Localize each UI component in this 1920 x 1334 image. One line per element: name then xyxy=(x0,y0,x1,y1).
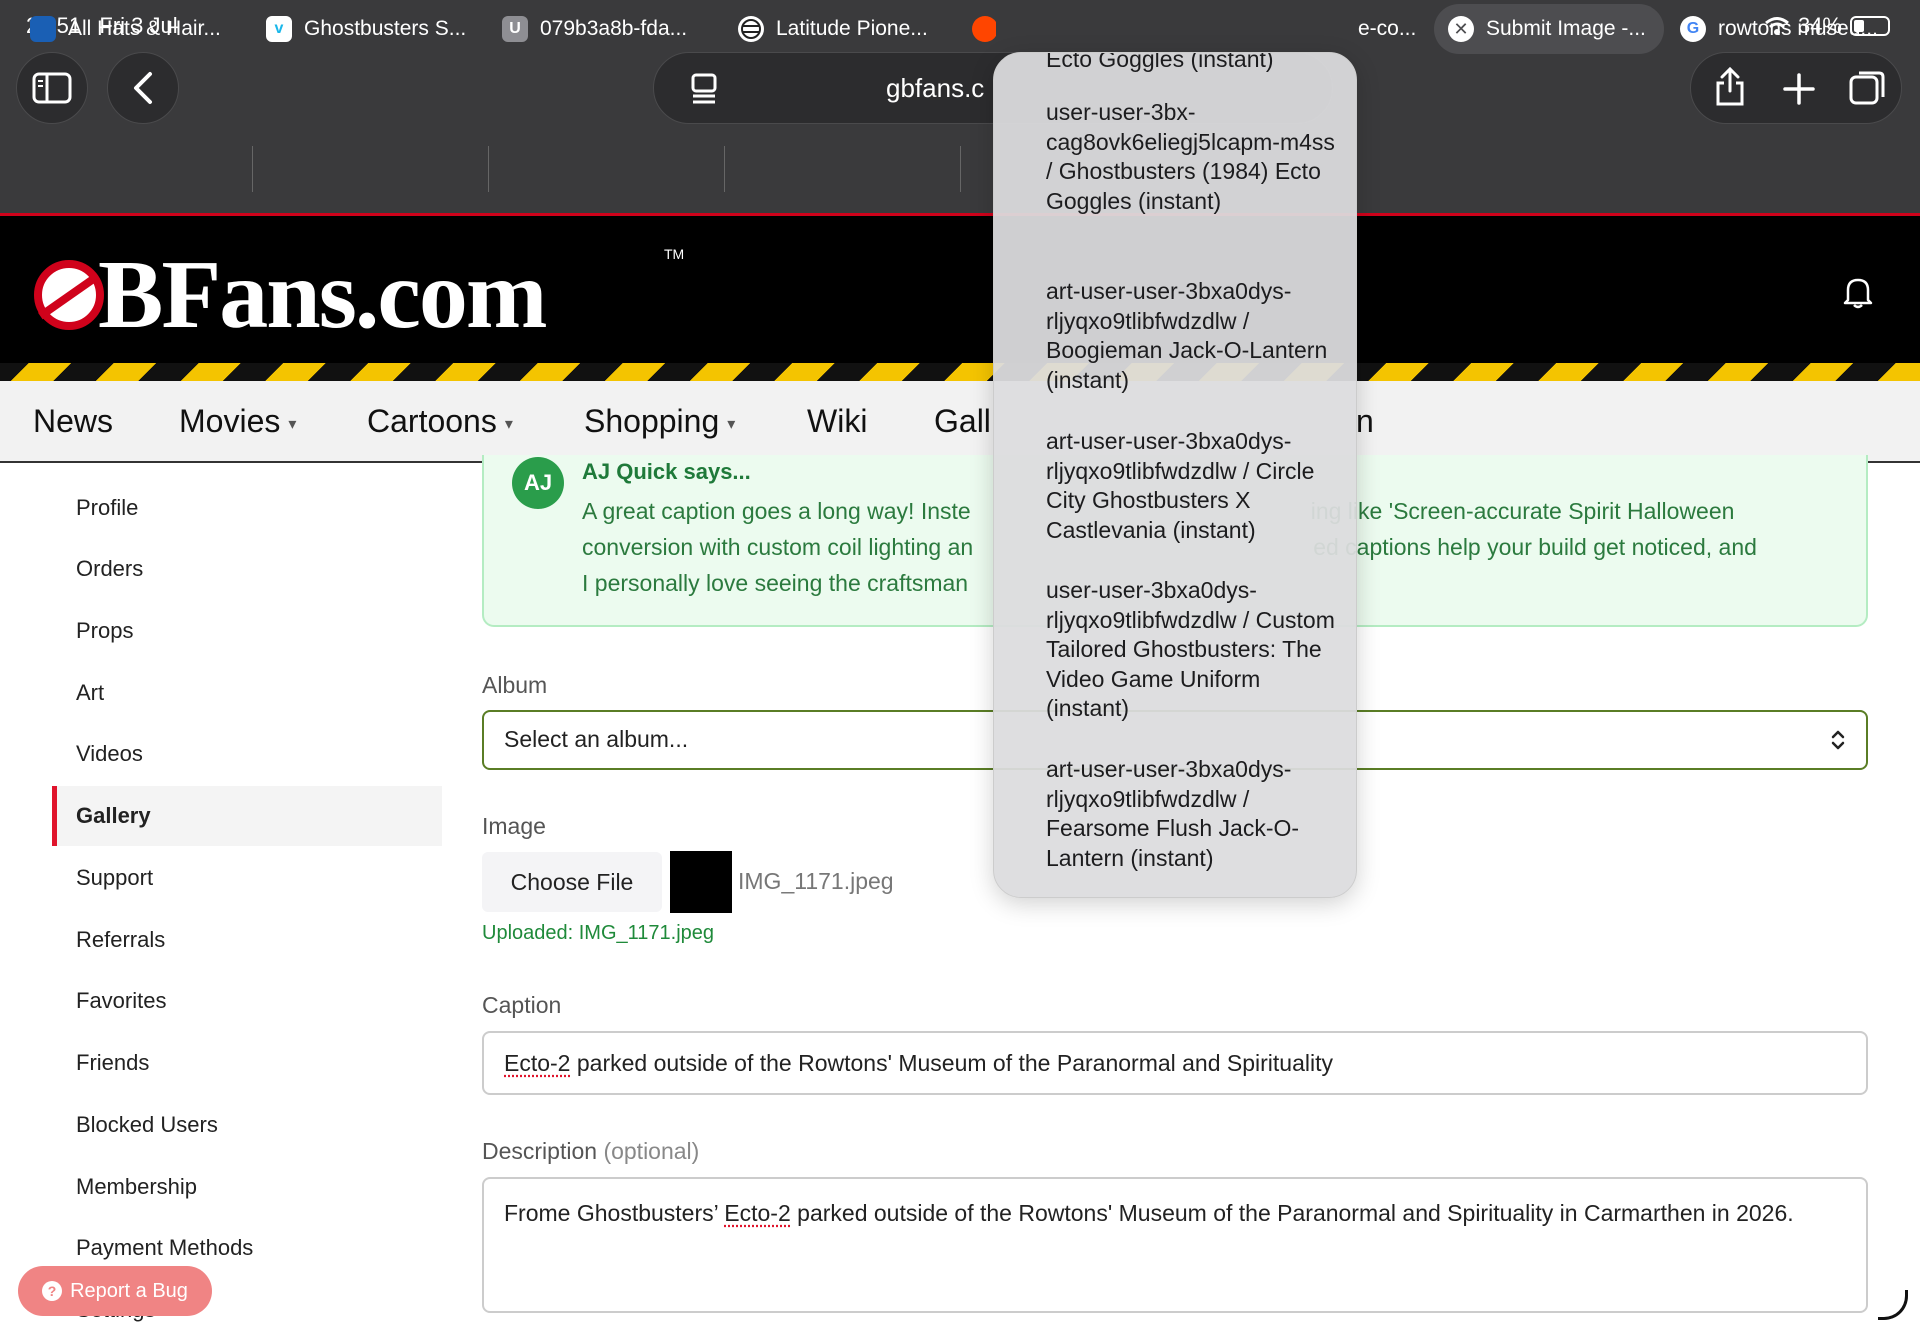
share-icon[interactable] xyxy=(1713,67,1747,107)
help-icon: ? xyxy=(42,1281,62,1301)
album-label: Album xyxy=(482,672,547,699)
logo-text: BFans.com xyxy=(98,246,546,344)
reader-icon xyxy=(690,73,718,105)
sidebar-toggle-button[interactable] xyxy=(16,52,88,124)
store-favicon-icon xyxy=(30,16,56,42)
tab-separator xyxy=(488,146,489,192)
select-arrows-icon xyxy=(1830,728,1846,752)
file-name: IMG_1171.jpeg xyxy=(738,868,894,895)
back-button[interactable] xyxy=(107,52,179,124)
choose-file-button[interactable]: Choose File xyxy=(482,852,662,912)
sidebar-item-videos[interactable]: Videos xyxy=(52,724,442,784)
album-select-value: Select an album... xyxy=(504,726,688,752)
dropdown-option[interactable]: Ecto Goggles (instant) xyxy=(1046,52,1346,75)
chevron-down-icon: ▾ xyxy=(505,416,513,433)
dropdown-option[interactable]: user-user-3bxa0dys-rljyqxo9tlibfwdzdlw /… xyxy=(1046,576,1346,724)
tab-latitude[interactable]: Latitude Pione... xyxy=(738,4,958,54)
sidebar-item-art[interactable]: Art xyxy=(52,663,442,723)
chevron-left-icon xyxy=(132,71,154,105)
tabs-overview-icon[interactable] xyxy=(1849,69,1887,107)
close-tab-icon[interactable]: ✕ xyxy=(1448,16,1474,42)
sidebar-item-profile[interactable]: Profile xyxy=(52,478,442,538)
chevron-down-icon: ▾ xyxy=(727,416,735,433)
hazard-stripe xyxy=(0,363,1920,381)
google-favicon-icon: G xyxy=(1680,16,1706,42)
tab-separator xyxy=(724,146,725,192)
description-label: Description (optional) xyxy=(482,1138,699,1165)
tab-e-co[interactable]: e-co... xyxy=(1358,4,1424,54)
globe-favicon-icon xyxy=(738,16,764,42)
tab-separator xyxy=(252,146,253,192)
sidebar-item-favorites[interactable]: Favorites xyxy=(52,971,442,1031)
nav-wiki[interactable]: Wiki xyxy=(807,403,867,440)
nav-news[interactable]: News xyxy=(33,403,113,440)
aj-tip-title: AJ Quick says... xyxy=(582,459,751,485)
main-nav: News Movies ▾ Cartoons ▾ Shopping ▾ Wiki Ga… xyxy=(0,381,1920,463)
dropdown-option[interactable]: user-user-3bx-cag8ovk6eliegj5lcapm-m4ss … xyxy=(1046,98,1346,216)
image-thumbnail xyxy=(670,851,732,913)
tab-separator xyxy=(960,146,961,192)
nav-item-partial[interactable]: n xyxy=(1356,403,1374,440)
sidebar-item-referrals[interactable]: Referrals xyxy=(52,910,442,970)
sidebar-item-props[interactable]: Props xyxy=(52,601,442,661)
caption-label: Caption xyxy=(482,992,561,1019)
report-bug-button[interactable]: ? Report a Bug xyxy=(18,1266,212,1316)
chevron-down-icon: ▾ xyxy=(288,416,296,433)
dropdown-option[interactable]: art-user-user-3bxa0dys-rljyqxo9tlibfwdzd… xyxy=(1046,427,1346,545)
generic-favicon-icon: U xyxy=(502,16,528,42)
tab-submit-image[interactable]: ✕ Submit Image -... xyxy=(1434,4,1664,54)
tab-ghostbusters-s[interactable]: v Ghostbusters S... xyxy=(266,4,486,54)
resize-handle-icon[interactable] xyxy=(1878,1290,1908,1320)
sidebar-item-membership[interactable]: Membership xyxy=(52,1157,442,1217)
sidebar-item-blocked-users[interactable]: Blocked Users xyxy=(52,1095,442,1155)
tab-079b3a8b[interactable]: U 079b3a8b-fda... xyxy=(502,4,722,54)
dropdown-option[interactable]: art-user-user-3bxa0dys-rljyqxo9tlibfwdzd… xyxy=(1046,277,1346,395)
sidebar-item-orders[interactable]: Orders xyxy=(52,539,442,599)
tab-reddit[interactable] xyxy=(972,4,996,54)
image-label: Image xyxy=(482,813,546,840)
sidebar-item-support[interactable]: Support xyxy=(52,848,442,908)
reddit-favicon-icon xyxy=(972,16,996,42)
sidebar-item-friends[interactable]: Friends xyxy=(52,1033,442,1093)
description-textarea[interactable]: Frome Ghostbusters’ Ecto-2 parked outsid… xyxy=(482,1177,1868,1313)
bell-icon[interactable] xyxy=(1840,274,1876,310)
sidebar-item-gallery[interactable]: Gallery xyxy=(52,786,442,846)
browser-chrome: 20:51 Fri 3 Jul 34% xyxy=(0,0,1920,215)
nav-movies[interactable]: Movies ▾ xyxy=(179,403,296,440)
sidebar-icon xyxy=(32,72,72,104)
upload-status: Uploaded: IMG_1171.jpeg xyxy=(482,922,714,945)
avatar: AJ xyxy=(512,457,564,509)
logo-trademark: TM xyxy=(664,246,684,262)
tab-rowtons-museum[interactable]: G rowtons museu... xyxy=(1680,4,1910,54)
album-dropdown-menu: Ecto Goggles (instant) user-user-3bx-cag… xyxy=(993,52,1357,898)
tab-all-hats[interactable]: All Hats & Hair... xyxy=(30,4,250,54)
site-header: BFans.com TM xyxy=(0,216,1920,381)
nav-cartoons[interactable]: Cartoons ▾ xyxy=(367,403,513,440)
caption-input[interactable]: Ecto-2 parked outside of the Rowtons' Mu… xyxy=(482,1031,1868,1095)
nav-gallery[interactable]: Gall xyxy=(934,403,991,440)
site-logo[interactable]: BFans.com xyxy=(34,246,546,344)
address-text: gbfans.c xyxy=(886,73,984,104)
vimeo-favicon-icon: v xyxy=(266,16,292,42)
nav-shopping[interactable]: Shopping ▾ xyxy=(584,403,735,440)
dropdown-option[interactable]: art-user-user-3bxa0dys-rljyqxo9tlibfwdzd… xyxy=(1046,755,1346,873)
ghostbusters-logo-icon xyxy=(34,260,104,330)
plus-icon[interactable] xyxy=(1783,73,1815,105)
toolbar-right-group xyxy=(1690,52,1902,124)
